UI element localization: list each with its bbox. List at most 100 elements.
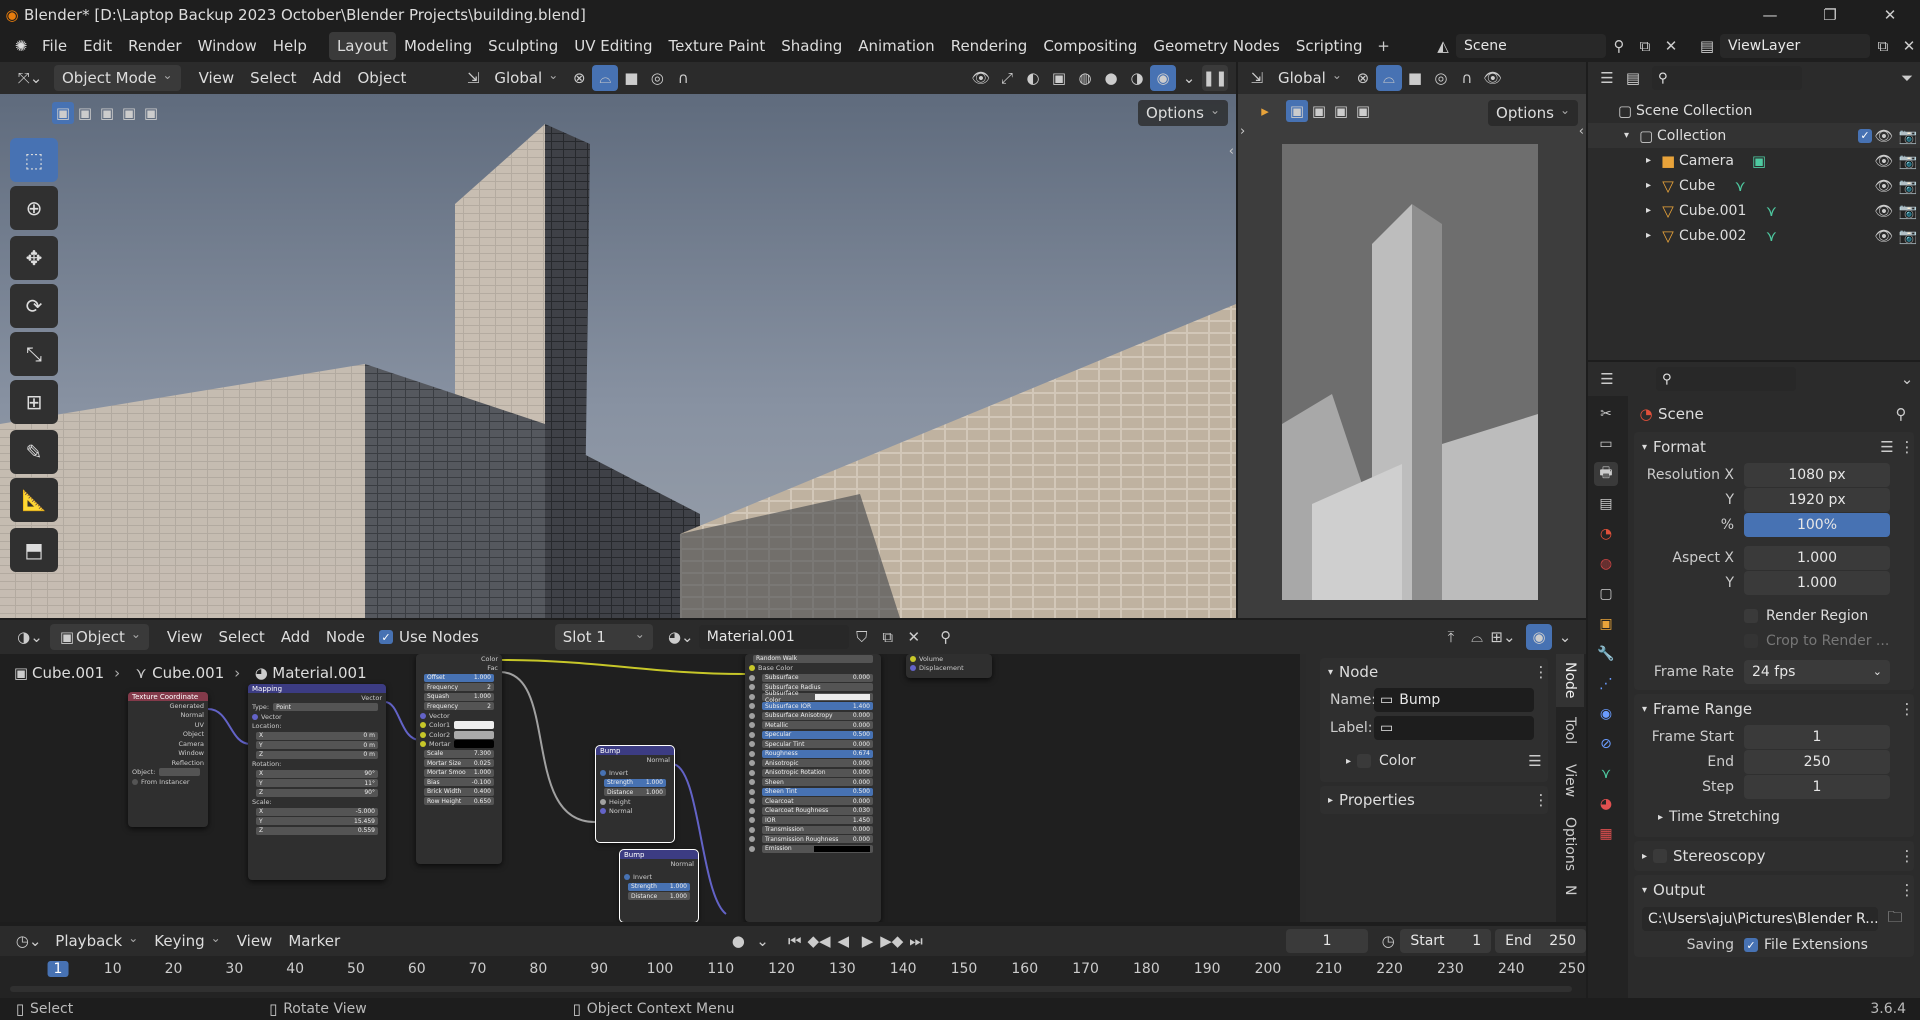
brick-color2-swatch[interactable] (454, 730, 494, 739)
constraints-tab-icon[interactable]: ⊘ (1594, 732, 1618, 756)
tool-scale[interactable]: ⤡ (10, 332, 58, 376)
expand-icon[interactable]: ▸ (1658, 812, 1663, 823)
output-tab-icon[interactable]: 🖶 (1594, 462, 1618, 486)
node-menu-view[interactable]: View (159, 624, 211, 650)
viewport-options-dropdown[interactable]: Options (1138, 100, 1228, 126)
camview-expand-icon[interactable]: › (1240, 124, 1245, 139)
frame-rate-dropdown[interactable]: 24 fps ⌄ (1744, 659, 1890, 684)
solid-shading-icon[interactable]: ● (1098, 65, 1124, 91)
mapping-scale-z[interactable]: Z 0.559 (256, 826, 378, 835)
view-layer-selector[interactable]: ViewLayer (1720, 34, 1870, 58)
output-panel-header[interactable]: ▾ Output ⋮ (1634, 875, 1915, 905)
mapping-loc-x[interactable]: X0 m (256, 731, 378, 740)
pivot-icon[interactable]: ⊗ (566, 65, 592, 91)
bsdf-field[interactable]: Subsurface IOR 1.400 (762, 702, 873, 711)
use-nodes-checkbox[interactable]: ✓ (379, 630, 394, 644)
object-mode-dropdown[interactable]: Object Mode (54, 65, 181, 91)
menu-file[interactable]: File (34, 33, 75, 59)
time-stretching-subpanel[interactable]: ▸ Time Stretching (1634, 803, 1914, 831)
camview-options-dropdown[interactable]: Options (1488, 100, 1578, 126)
play-icon[interactable]: ▶ (855, 928, 879, 954)
tool-add-cube[interactable]: ⬒ (10, 528, 58, 572)
collapse-icon[interactable]: ▾ (1642, 885, 1647, 896)
tab-animation[interactable]: Animation (850, 33, 942, 59)
collection-exclude-checkbox[interactable]: ✓ (1858, 128, 1872, 143)
select-invert-icon[interactable]: ▣ (118, 102, 140, 124)
presets-icon[interactable]: ☰ (1874, 434, 1900, 460)
snap-node-mode-icon[interactable]: ⊞⌄ (1490, 624, 1516, 650)
camera-render-icon[interactable]: 📷 (1896, 148, 1920, 174)
properties-search-input[interactable]: ⚲ (1656, 367, 1796, 391)
node-name-field[interactable]: ▭ Bump (1374, 688, 1534, 712)
tab-modeling[interactable]: Modeling (396, 33, 480, 59)
bsdf-field[interactable]: Clearcoat Roughness 0.030 (762, 806, 873, 815)
particles-tab-icon[interactable]: ⋰ (1594, 672, 1618, 696)
bsdf-field[interactable]: Metallic 0.000 (762, 721, 873, 730)
bump2-strength[interactable]: Strength 1.000 (628, 882, 690, 891)
bsdf-field[interactable]: Subsurface Anisotropy 0.000 (762, 711, 873, 720)
node-bump-1[interactable]: Bump Normal Invert Strength 1.000 Distanc… (595, 745, 675, 843)
wireframe-shading-icon[interactable]: ◍ (1072, 65, 1098, 91)
tab-compositing[interactable]: Compositing (1035, 33, 1145, 59)
folder-icon[interactable]: 🗀 (1882, 906, 1908, 932)
frame-range-panel-header[interactable]: ▾ Frame Range ⋮ (1634, 694, 1915, 724)
node-bump-2[interactable]: Bump Normal Invert Strength 1.000 Distanc… (619, 849, 699, 922)
material-browse-icon[interactable]: ◕⌄ (663, 624, 699, 650)
timeline-menu-view[interactable]: View (229, 928, 281, 954)
frame-start-field[interactable]: 1 (1744, 724, 1890, 749)
mapping-scale-y[interactable]: Y 15.459 (256, 817, 378, 826)
brick-bias[interactable]: Bias -0.100 (424, 778, 494, 787)
node-editor-type-icon[interactable]: ◑⌄ (10, 624, 50, 650)
brick-row-height[interactable]: Row Height 0.650 (424, 797, 494, 806)
menu-window[interactable]: Window (190, 33, 265, 59)
camview-select-new-icon[interactable]: ▣ (1286, 100, 1308, 122)
outliner-item-camera[interactable]: ▸ ■ Camera ▣ 👁 📷 (1588, 148, 1920, 173)
file-extensions-checkbox[interactable]: ✓ (1744, 938, 1758, 952)
properties-pin-icon[interactable]: ⚲ (1888, 401, 1914, 427)
select-extend-icon[interactable]: ▣ (74, 102, 96, 124)
bsdf-field[interactable]: Specular Tint 0.000 (762, 740, 873, 749)
brick-scale[interactable]: Scale 7.300 (424, 749, 494, 758)
tool-annotate[interactable]: ✎ (10, 430, 58, 474)
current-frame-field[interactable]: 1 (1286, 929, 1369, 953)
tool-select-box[interactable]: ⬚ (10, 138, 58, 182)
resolution-y-field[interactable]: 1920 px (1744, 487, 1890, 512)
visibility-icon[interactable]: 👁 (968, 65, 994, 91)
node-checkbox[interactable] (132, 778, 138, 785)
expand-icon[interactable]: ▸ (1646, 230, 1651, 241)
tab-uv-editing[interactable]: UV Editing (566, 33, 660, 59)
slot-dropdown[interactable]: Slot 1 (554, 624, 653, 650)
timeline-editor-icon[interactable]: ◷⌄ (10, 928, 47, 954)
outliner-collection[interactable]: ▾ ▢ Collection ✓ 👁 📷 (1588, 123, 1920, 148)
brick-mortar-size[interactable]: Mortar Size 0.025 (424, 759, 494, 768)
node-principled-bsdf[interactable]: Random Walk Base Color Subsurface 0.000 Su… (745, 654, 881, 922)
drag-icon[interactable]: ⋮ (1900, 843, 1915, 869)
new-view-layer-icon[interactable]: ⧉ (1870, 33, 1896, 59)
bsdf-field[interactable]: Emission (762, 844, 873, 853)
aspect-y-field[interactable]: 1.000 (1744, 570, 1890, 595)
outliner-item-cube[interactable]: ▸ ▽ Cube ⋎ 👁 📷 (1588, 173, 1920, 198)
color-presets-icon[interactable]: ☰ (1522, 748, 1548, 774)
viewport-menu-select[interactable]: Select (242, 65, 304, 91)
cube-render-icon[interactable]: 📷 (1896, 173, 1920, 199)
view-layer-tab-icon[interactable]: ▤ (1594, 492, 1618, 516)
shading-options-icon[interactable]: ⌄ (1176, 65, 1202, 91)
sidebar-tab-options[interactable]: Options (1556, 807, 1584, 881)
scene-selector[interactable]: Scene (1456, 34, 1606, 58)
brick-squash-frequency[interactable]: Frequency 2 (424, 702, 494, 711)
stereoscopy-checkbox[interactable] (1653, 849, 1668, 863)
bsdf-field[interactable]: Subsurface Color (762, 690, 873, 704)
record-icon[interactable]: ● (726, 928, 750, 954)
stereoscopy-panel-header[interactable]: ▸ Stereoscopy ⋮ (1634, 841, 1915, 871)
close-icon[interactable]: ✕ (1860, 2, 1920, 28)
bump-strength[interactable]: Strength 1.000 (604, 778, 666, 787)
modifier-tab-icon[interactable]: 🔧 (1594, 642, 1618, 666)
timeline-scrollbar[interactable] (10, 986, 1572, 992)
camview-tool-icon[interactable]: ▸ (1254, 100, 1276, 122)
select-new-icon[interactable]: ▣ (52, 102, 74, 124)
camview-pivot-icon[interactable]: ⊗ (1350, 65, 1376, 91)
outliner-filter-icon[interactable]: ⏷ (1894, 65, 1920, 91)
outliner-item-cube-002[interactable]: ▸ ▽ Cube.002 ⋎ 👁 📷 (1588, 223, 1920, 248)
stopwatch-icon[interactable]: ◷ (1376, 928, 1400, 954)
jump-start-icon[interactable]: ⏮ (783, 928, 807, 954)
